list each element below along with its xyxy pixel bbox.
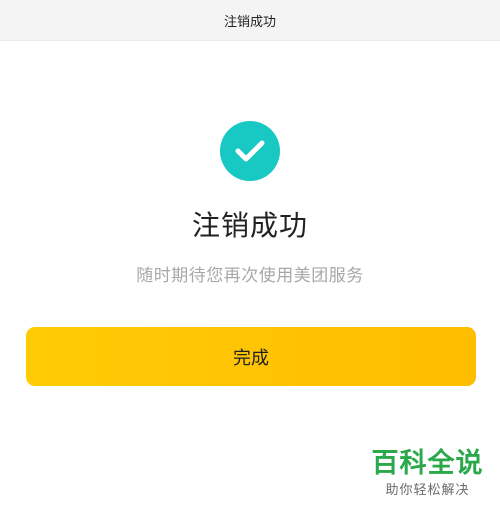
- watermark-title: 百科全说: [371, 448, 484, 479]
- done-button[interactable]: 完成: [26, 327, 476, 386]
- checkmark-icon: [235, 140, 265, 162]
- done-button-label: 完成: [233, 347, 269, 369]
- nav-bar: 注销成功: [0, 0, 500, 41]
- success-heading: 注销成功: [191, 209, 308, 242]
- success-checkmark-icon: [220, 121, 280, 181]
- watermark-tagline: 助你轻松解决: [385, 483, 470, 498]
- watermark-logo: 百科全说 助你轻松解决: [360, 446, 495, 500]
- page-title: 注销成功: [223, 14, 276, 30]
- success-message: 随时期待您再次使用美团服务: [136, 266, 364, 286]
